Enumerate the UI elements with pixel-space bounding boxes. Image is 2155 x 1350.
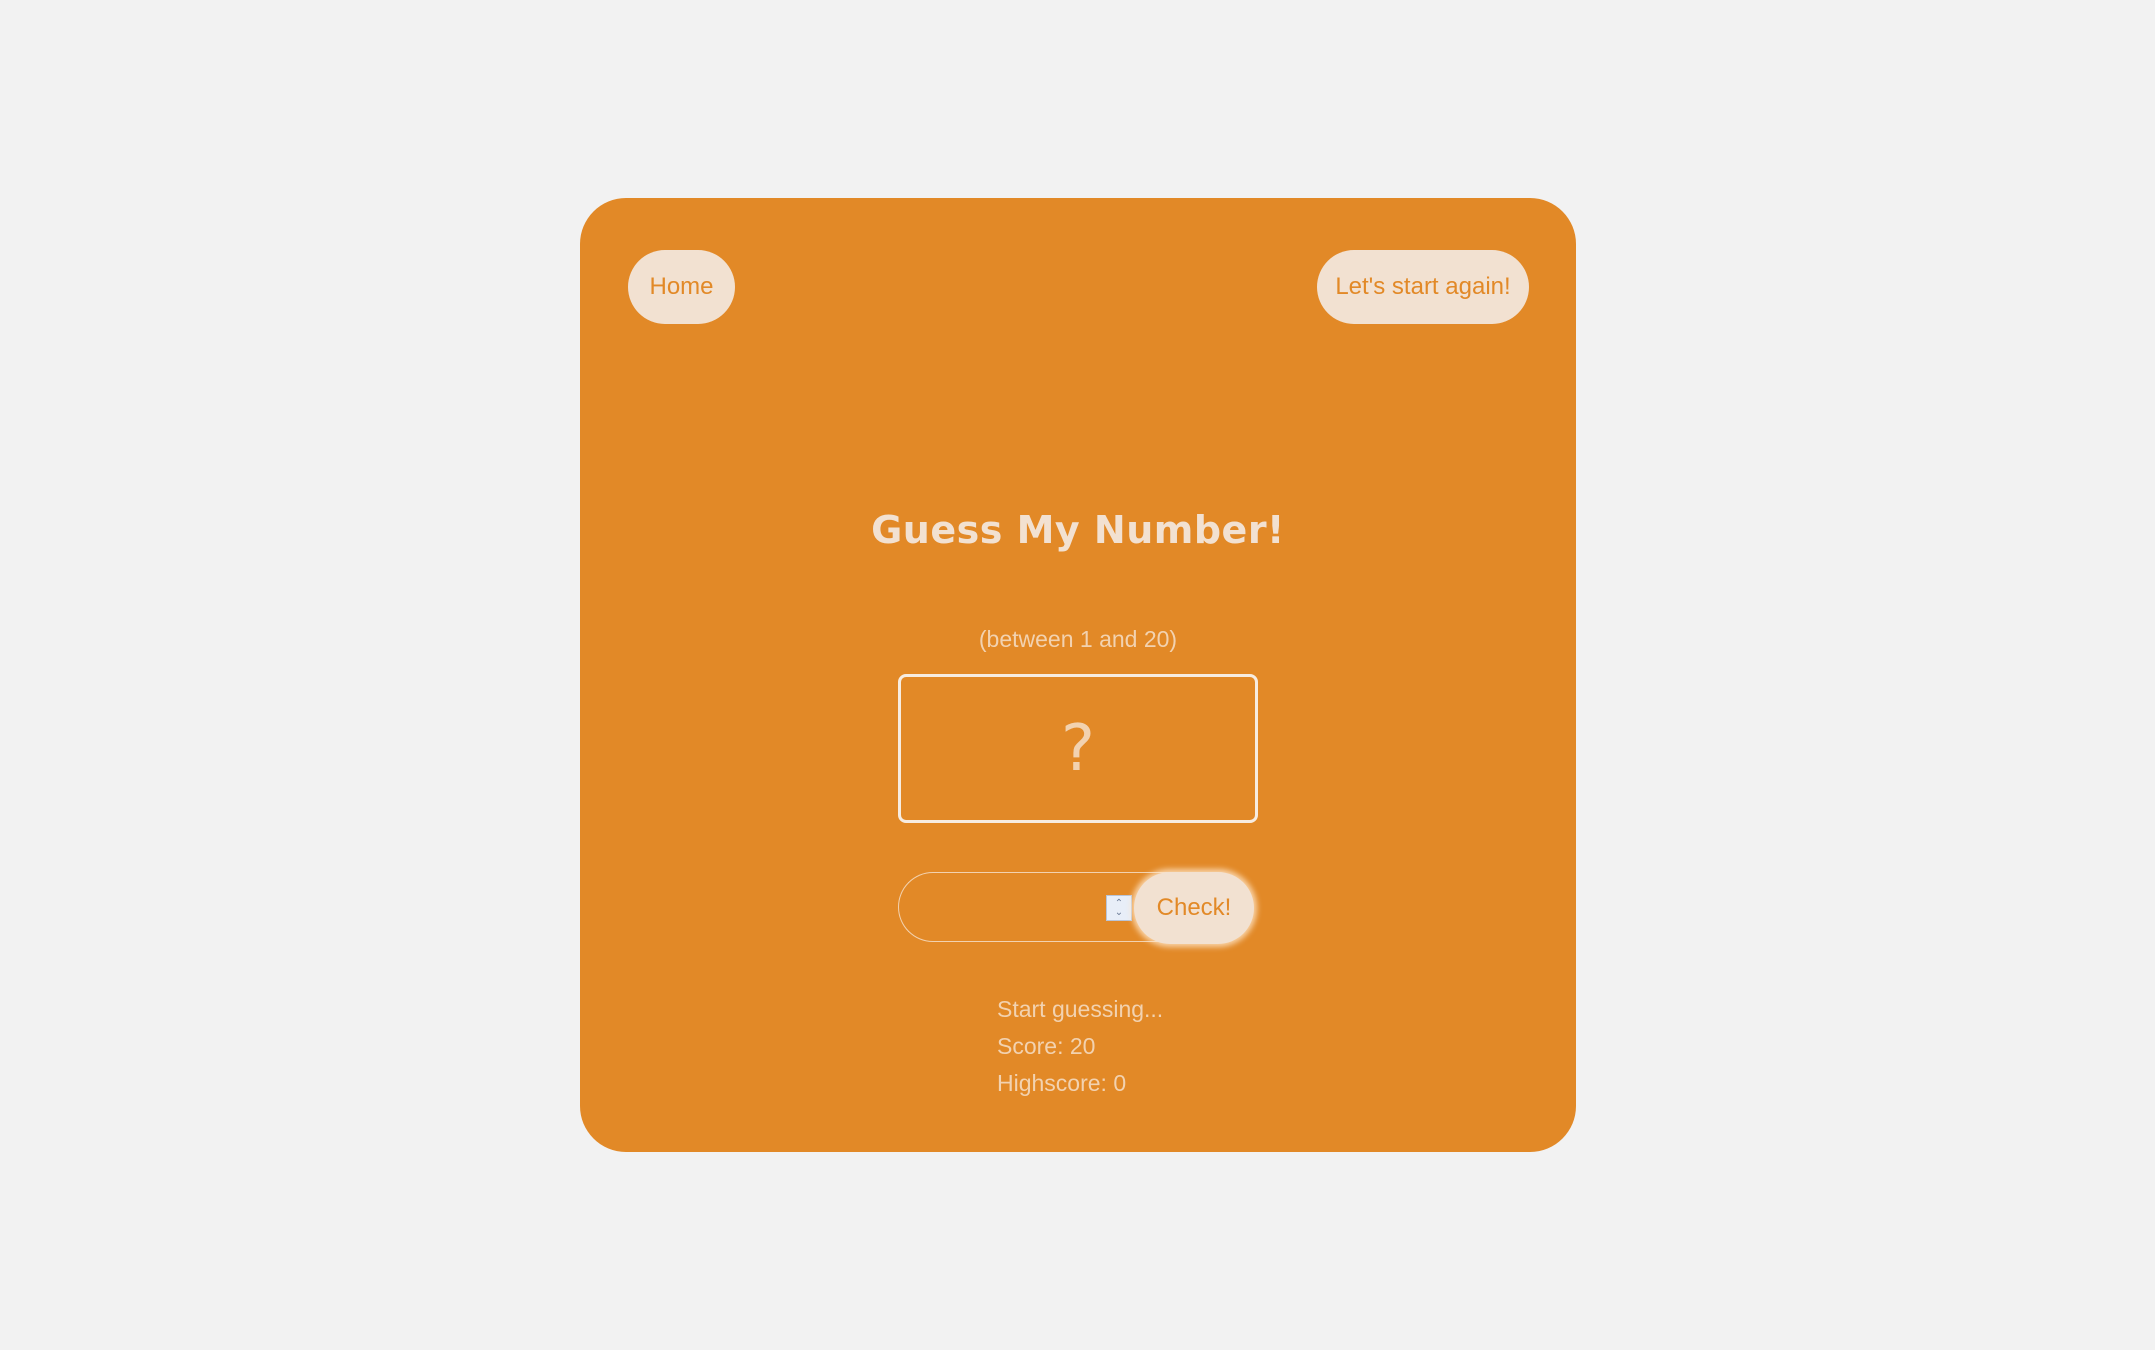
guess-form: ⌃ ⌄ Check! bbox=[898, 872, 1258, 944]
spinner-down-icon[interactable]: ⌄ bbox=[1115, 908, 1123, 918]
score-label: Score: 20 bbox=[997, 1033, 1096, 1059]
secret-number-box: ? bbox=[898, 674, 1258, 823]
home-button[interactable]: Home bbox=[628, 250, 735, 324]
number-spinner-icon[interactable]: ⌃ ⌄ bbox=[1106, 895, 1132, 921]
status-message: Start guessing... bbox=[997, 996, 1164, 1022]
check-button[interactable]: Check! bbox=[1134, 872, 1254, 944]
secret-number-display: ? bbox=[1061, 711, 1095, 786]
start-again-button[interactable]: Let's start again! bbox=[1317, 250, 1529, 324]
highscore-label: Highscore: 0 bbox=[997, 1070, 1127, 1096]
range-hint: (between 1 and 20) bbox=[978, 626, 1178, 652]
page-title: Guess My Number! bbox=[871, 508, 1285, 552]
game-card: Home Let's start again! Guess My Number!… bbox=[580, 198, 1576, 1152]
